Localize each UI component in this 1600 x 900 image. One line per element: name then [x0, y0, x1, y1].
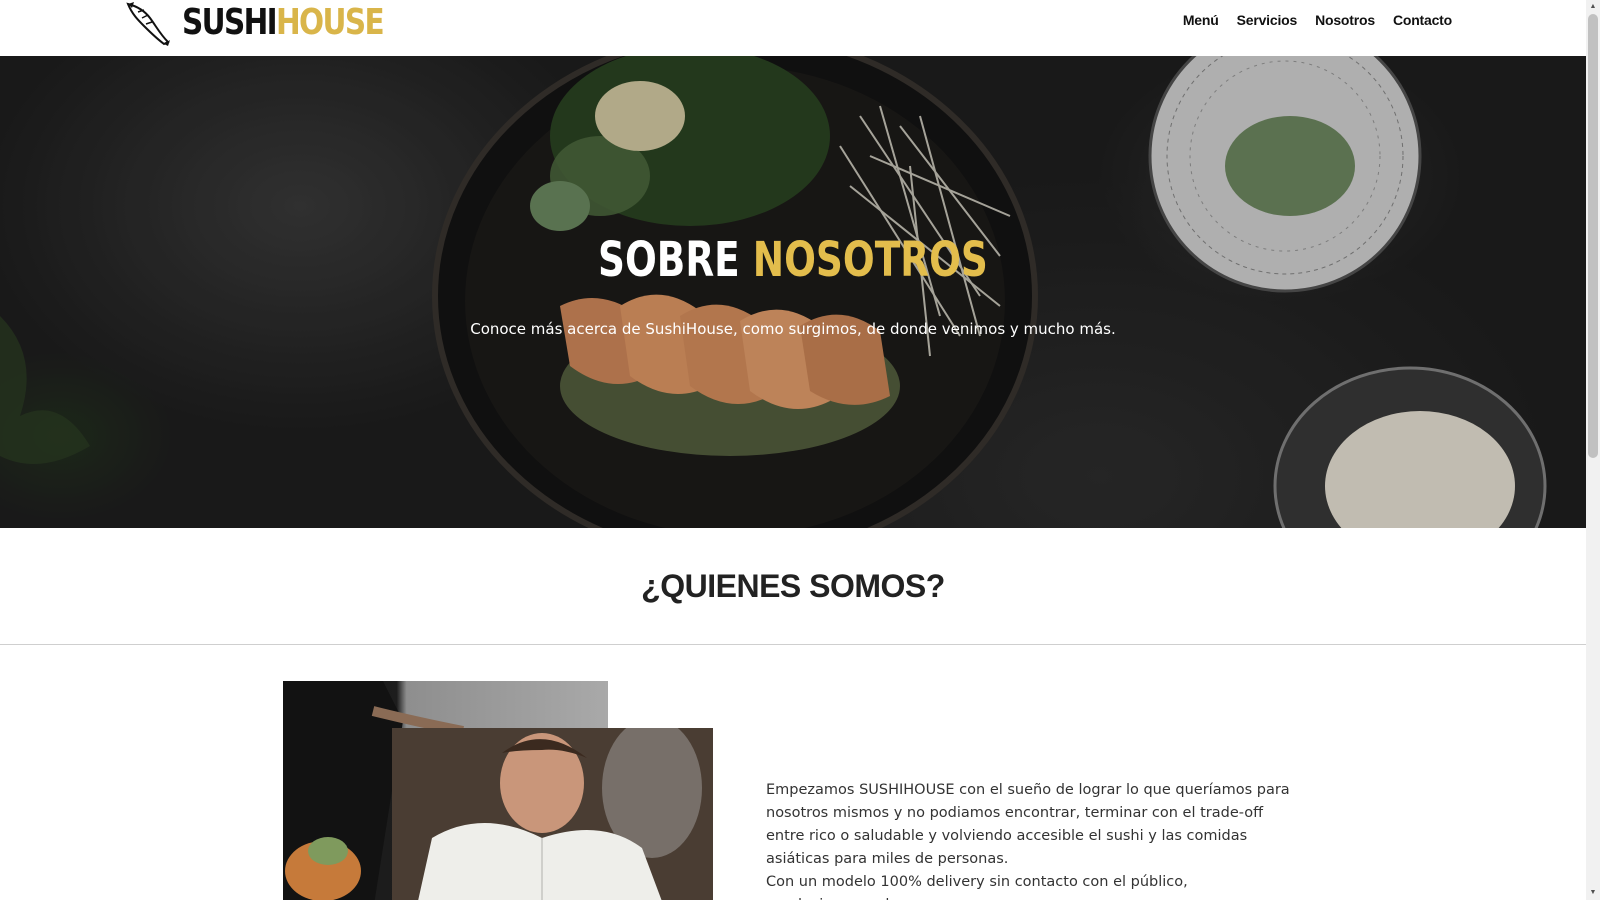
nav-item-servicios[interactable]: Servicios [1237, 12, 1298, 28]
nav-item-nosotros[interactable]: Nosotros [1315, 12, 1375, 28]
scroll-up-arrow-icon[interactable]: ▲ [1589, 3, 1597, 11]
hero-overlay [0, 56, 1586, 528]
about-heading: ¿QUIENES SOMOS? [641, 568, 945, 604]
koi-fish-icon [126, 2, 170, 46]
hero-title-part2: NOSOTROS [752, 232, 988, 288]
chef-photo [392, 728, 713, 900]
about-paragraph-1: Empezamos SUSHIHOUSE con el sueño de log… [766, 782, 1290, 867]
page-scrollbar[interactable]: ▲ ▼ [1586, 0, 1600, 900]
hero-banner: SOBRE NOSOTROS Conoce más acerca de Sush… [0, 56, 1586, 528]
hero-title-part1: SOBRE [598, 232, 740, 288]
hero-title: SOBRE NOSOTROS [0, 232, 1586, 288]
hero-subtitle: Conoce más acerca de SushiHouse, como su… [470, 320, 1116, 338]
logo-word-house: HOUSE [275, 2, 385, 43]
nav-item-contacto[interactable]: Contacto [1393, 12, 1452, 28]
logo-text: SUSHIHOUSE [182, 0, 385, 46]
main-nav: Menú Servicios Nosotros Contacto [1183, 12, 1452, 28]
logo-word-sushi: SUSHI [182, 2, 278, 43]
scroll-down-arrow-icon[interactable]: ▼ [1589, 889, 1597, 897]
site-header: SUSHIHOUSE Menú Servicios Nosotros Conta… [0, 0, 1586, 56]
about-paragraph-2: Con un modelo 100% delivery sin contacto… [766, 874, 1188, 900]
section-divider [0, 644, 1586, 645]
about-text: Empezamos SUSHIHOUSE con el sueño de log… [766, 779, 1306, 900]
scrollbar-thumb[interactable] [1588, 14, 1598, 458]
nav-item-menu[interactable]: Menú [1183, 12, 1219, 28]
logo[interactable]: SUSHIHOUSE [124, 0, 427, 46]
